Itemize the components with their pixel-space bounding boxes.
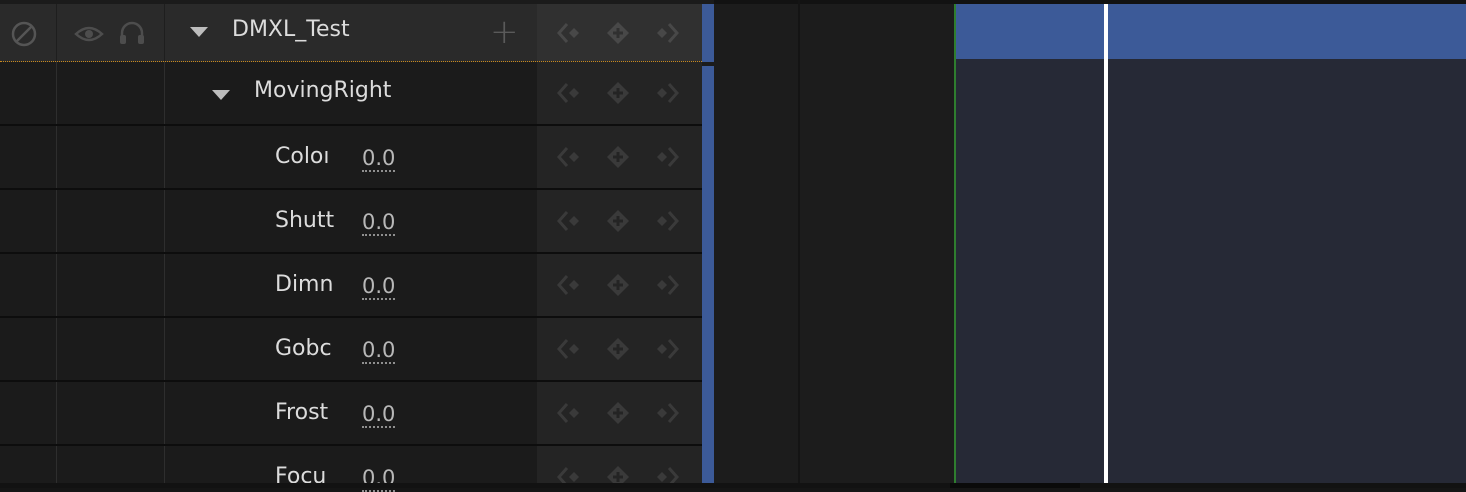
channel-value-field[interactable]: 0.0 xyxy=(362,146,396,172)
keyframe-nav xyxy=(557,464,679,483)
mute-cell xyxy=(0,4,57,61)
group-label-cell: MovingRight xyxy=(164,62,538,124)
next-key-icon[interactable] xyxy=(653,20,679,46)
disabled-circle-icon[interactable] xyxy=(10,20,38,48)
keyframe-nav xyxy=(557,208,679,234)
previous-key-icon[interactable] xyxy=(557,336,583,362)
add-button[interactable]: + xyxy=(490,12,519,52)
previous-key-icon[interactable] xyxy=(557,80,583,106)
channel-row[interactable]: Shutt 0.0 xyxy=(0,190,702,254)
keyframe-cell xyxy=(537,446,702,483)
previous-key-icon[interactable] xyxy=(557,144,583,170)
keyframe-cell xyxy=(537,382,702,444)
channel-value-field[interactable]: 0.0 xyxy=(362,466,396,492)
playhead[interactable] xyxy=(1104,4,1108,483)
triangle-down-icon[interactable] xyxy=(212,90,230,100)
keyframe-cell xyxy=(537,4,702,61)
previous-key-icon[interactable] xyxy=(557,20,583,46)
add-key-icon[interactable] xyxy=(605,400,631,426)
channel-row[interactable]: Gobc 0.0 xyxy=(0,318,702,382)
keyframe-nav xyxy=(557,144,679,170)
timeline-divider xyxy=(798,0,800,483)
next-key-icon[interactable] xyxy=(653,464,679,483)
channel-label: Dimn xyxy=(275,272,334,297)
keyframe-cell xyxy=(537,62,702,124)
bottom-edge xyxy=(0,483,1466,488)
keyframe-nav xyxy=(557,400,679,426)
track-row-dmxl-test[interactable]: DMXL_Test + xyxy=(0,4,702,62)
track-color-strip xyxy=(702,66,714,483)
channel-row[interactable]: Dimn 0.0 xyxy=(0,254,702,318)
track-name: DMXL_Test xyxy=(232,17,350,42)
next-key-icon[interactable] xyxy=(653,400,679,426)
track-row-movingright[interactable]: MovingRight xyxy=(0,62,702,126)
add-key-icon[interactable] xyxy=(605,336,631,362)
keyframe-cell xyxy=(537,254,702,316)
visibility-cell xyxy=(56,4,165,61)
sequencer-outliner: DMXL_Test + MovingRight Coloı 0.0 Shutt … xyxy=(0,0,714,492)
channel-label: Gobc xyxy=(275,336,332,361)
previous-key-icon[interactable] xyxy=(557,208,583,234)
channel-label: Shutt xyxy=(275,208,335,233)
next-key-icon[interactable] xyxy=(653,80,679,106)
headphones-icon[interactable] xyxy=(118,20,146,46)
track-label-cell: DMXL_Test + xyxy=(164,4,538,61)
channel-row[interactable]: Coloı 0.0 xyxy=(0,126,702,190)
next-key-icon[interactable] xyxy=(653,208,679,234)
keyframe-cell xyxy=(537,126,702,188)
previous-key-icon[interactable] xyxy=(557,400,583,426)
next-key-icon[interactable] xyxy=(653,336,679,362)
channel-value-field[interactable]: 0.0 xyxy=(362,274,396,300)
keyframe-cell xyxy=(537,190,702,252)
keyframe-nav xyxy=(557,80,679,106)
timeline-area[interactable] xyxy=(714,0,1466,483)
next-key-icon[interactable] xyxy=(653,144,679,170)
add-key-icon[interactable] xyxy=(605,20,631,46)
previous-key-icon[interactable] xyxy=(557,272,583,298)
add-key-icon[interactable] xyxy=(605,464,631,483)
channel-value-field[interactable]: 0.0 xyxy=(362,338,396,364)
group-name: MovingRight xyxy=(254,78,392,103)
triangle-down-icon[interactable] xyxy=(190,27,208,37)
previous-key-icon[interactable] xyxy=(557,464,583,483)
track-color-strip xyxy=(702,4,714,62)
channel-row[interactable]: Focu 0.0 xyxy=(0,446,702,492)
next-key-icon[interactable] xyxy=(653,272,679,298)
keyframe-nav xyxy=(557,336,679,362)
add-key-icon[interactable] xyxy=(605,80,631,106)
channel-label: Coloı xyxy=(275,144,330,169)
add-key-icon[interactable] xyxy=(605,208,631,234)
keyframe-nav xyxy=(557,20,679,46)
dmx-section[interactable] xyxy=(954,4,1466,483)
channel-value-field[interactable]: 0.0 xyxy=(362,402,396,428)
keyframe-cell xyxy=(537,318,702,380)
channel-label: Frost xyxy=(275,400,329,425)
add-key-icon[interactable] xyxy=(605,144,631,170)
channel-value-field[interactable]: 0.0 xyxy=(362,210,396,236)
add-key-icon[interactable] xyxy=(605,272,631,298)
section-header-band[interactable] xyxy=(956,4,1466,59)
keyframe-nav xyxy=(557,272,679,298)
channel-row[interactable]: Frost 0.0 xyxy=(0,382,702,446)
eye-icon[interactable] xyxy=(74,22,104,46)
bottom-edge-segment xyxy=(950,483,1080,488)
